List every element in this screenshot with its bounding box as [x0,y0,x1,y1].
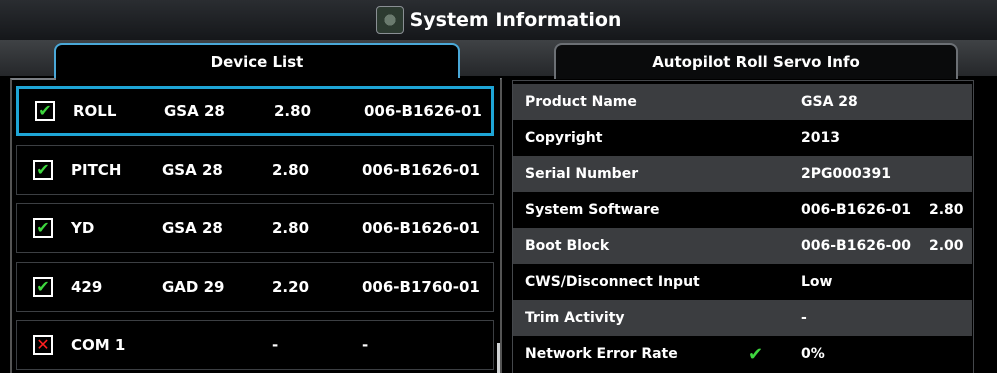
info-row-system-software: System Software 006-B1626-01 2.80 [513,192,972,228]
info-label: Trim Activity [525,310,625,326]
device-type: GSA 28 [164,102,225,120]
title-bar: System Information [0,0,997,41]
device-version: 2.80 [272,219,310,237]
device-part-number: 006-B1760-01 [362,278,480,296]
device-row-429[interactable]: ✔ 429 GAD 29 2.20 006-B1760-01 [16,262,494,312]
info-row-copyright: Copyright 2013 [513,120,972,156]
device-name: PITCH [71,161,122,179]
info-label: CWS/Disconnect Input [525,274,700,290]
check-icon: ✔ [33,160,53,180]
info-label: Copyright [525,130,603,146]
device-name: ROLL [73,102,117,120]
device-version: 2.80 [272,161,310,179]
page-title: System Information [409,9,622,31]
device-part-number: 006-B1626-01 [362,161,480,179]
device-part-number: 006-B1626-01 [364,102,482,120]
info-value: GSA 28 [801,94,858,110]
info-value: 2PG000391 [801,166,891,182]
info-row-network-error-rate: Network Error Rate ✔ 0% [513,336,972,372]
device-version: - [272,336,279,354]
device-row-yd[interactable]: ✔ YD GSA 28 2.80 006-B1626-01 [16,203,494,253]
info-row-trim-activity: Trim Activity - [513,300,972,336]
info-label: System Software [525,202,660,218]
info-value: Low [801,274,833,290]
info-row-serial-number: Serial Number 2PG000391 [513,156,972,192]
info-value: 006-B1626-00 [801,238,911,254]
info-row-product-name: Product Name GSA 28 [513,84,972,120]
info-value: 0% [801,346,825,362]
info-version: 2.80 [929,202,964,218]
info-label: Serial Number [525,166,639,182]
x-icon: ✕ [33,335,53,355]
info-label: Product Name [525,94,637,110]
tab-device-list[interactable]: Device List [54,43,460,79]
device-list-scrollbar[interactable] [497,343,500,373]
info-value: - [801,310,807,326]
system-info-icon [375,6,404,34]
device-version: 2.80 [274,102,312,120]
tab-autopilot-roll-servo-info[interactable]: Autopilot Roll Servo Info [554,43,958,79]
info-label: Network Error Rate [525,346,678,362]
check-icon: ✔ [33,277,53,297]
device-part-number: - [362,336,369,354]
check-icon: ✔ [35,101,55,121]
info-version: 2.00 [929,238,964,254]
info-value: 2013 [801,130,840,146]
info-row-boot-block: Boot Block 006-B1626-00 2.00 [513,228,972,264]
device-row-com1[interactable]: ✕ COM 1 - - [16,320,494,370]
device-row-pitch[interactable]: ✔ PITCH GSA 28 2.80 006-B1626-01 [16,145,494,195]
device-name: COM 1 [71,336,126,354]
check-icon: ✔ [33,218,53,238]
device-type: GSA 28 [162,219,223,237]
tab-label: Device List [210,53,304,71]
info-label: Boot Block [525,238,610,254]
device-version: 2.20 [272,278,310,296]
device-part-number: 006-B1626-01 [362,219,480,237]
device-row-roll[interactable]: ✔ ROLL GSA 28 2.80 006-B1626-01 [16,86,494,136]
device-name: 429 [71,278,103,296]
device-name: YD [71,219,95,237]
device-type: GAD 29 [162,278,225,296]
info-value: 006-B1626-01 [801,202,911,218]
check-icon: ✔ [748,343,764,365]
tab-label: Autopilot Roll Servo Info [652,53,860,71]
info-row-cws-disconnect: CWS/Disconnect Input Low [513,264,972,300]
device-type: GSA 28 [162,161,223,179]
